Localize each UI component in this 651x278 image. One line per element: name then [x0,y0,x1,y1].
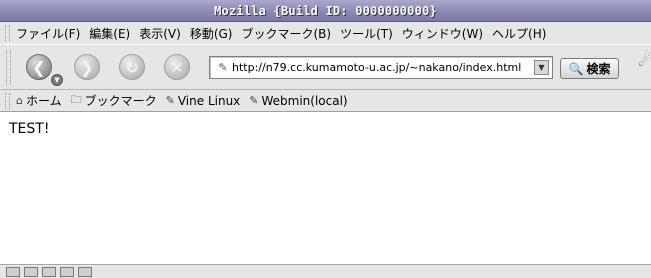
bookmark-vine-linux[interactable]: ✎ Vine Linux [166,94,241,108]
throbber-icon[interactable]: ☄ [638,50,651,74]
bookmark-label: Webmin(local) [261,93,348,108]
menu-help[interactable]: ヘルプ(H) [492,25,546,42]
menu-view[interactable]: 表示(V) [139,25,181,42]
menu-tools[interactable]: ツール(T) [340,25,393,42]
page-proxy-icon[interactable]: ✎ [214,61,232,74]
url-history-dropdown[interactable]: ▼ [534,60,549,75]
navigator-icon[interactable] [6,266,20,277]
bookmarks-button[interactable]: 🗀 ブックマーク [71,91,157,110]
bookmark-webmin[interactable]: ✎ Webmin(local) [249,94,347,108]
back-arrow-icon: ❮ [32,57,46,77]
stop-icon: ✕ [170,57,184,77]
menu-go[interactable]: 移動(G) [190,25,233,42]
menu-bar: ファイル(F) 編集(E) 表示(V) 移動(G) ブックマーク(B) ツール(… [0,22,651,44]
url-input[interactable] [232,61,532,74]
bookmark-icon: ✎ [165,94,175,107]
folder-icon: 🗀 [70,93,82,106]
window-title: Mozilla {Build ID: 0000000000} [214,3,437,18]
page-content: TEST! [0,113,651,264]
chevron-down-icon: ▼ [54,76,60,84]
personalbar-grip[interactable] [5,92,10,109]
home-label: ホーム [25,94,62,108]
stop-button[interactable]: ✕ [164,54,190,80]
personal-toolbar: ⌂ ホーム 🗀 ブックマーク ✎ Vine Linux ✎ Webmin(loc… [0,90,651,112]
home-button[interactable]: ⌂ ホーム [16,92,62,109]
navbar-grip[interactable] [6,51,11,85]
bookmarks-label: ブックマーク [84,94,157,108]
title-bar: Mozilla {Build ID: 0000000000} [0,0,651,22]
reload-icon: ↻ [125,57,139,77]
menu-file[interactable]: ファイル(F) [16,25,80,42]
menubar-grip[interactable] [5,25,10,41]
home-icon: ⌂ [16,94,23,107]
back-button[interactable]: ❮ [26,54,52,80]
back-history-dropdown[interactable]: ▼ [51,74,63,86]
reload-button[interactable]: ↻ [119,54,145,80]
search-button-label: 検索 [586,62,611,76]
composer-icon[interactable] [42,266,56,277]
forward-button[interactable]: ❯ [74,54,100,80]
url-bar[interactable]: ✎ ▼ [209,56,553,79]
addressbook-icon[interactable] [60,266,74,277]
security-icon [78,266,92,277]
status-bar [0,264,651,278]
chevron-down-icon: ▼ [538,63,545,72]
search-button[interactable]: 🔍 検索 [560,58,619,79]
menu-edit[interactable]: 編集(E) [89,25,130,42]
forward-arrow-icon: ❯ [80,57,94,77]
bookmark-icon: ✎ [249,94,259,107]
mail-icon[interactable] [24,266,38,277]
page-text: TEST! [9,121,50,137]
menu-bookmarks[interactable]: ブックマーク(B) [241,25,331,42]
menu-window[interactable]: ウィンドウ(W) [402,25,483,42]
search-icon: 🔍 [568,61,584,76]
bookmark-label: Vine Linux [177,93,241,108]
